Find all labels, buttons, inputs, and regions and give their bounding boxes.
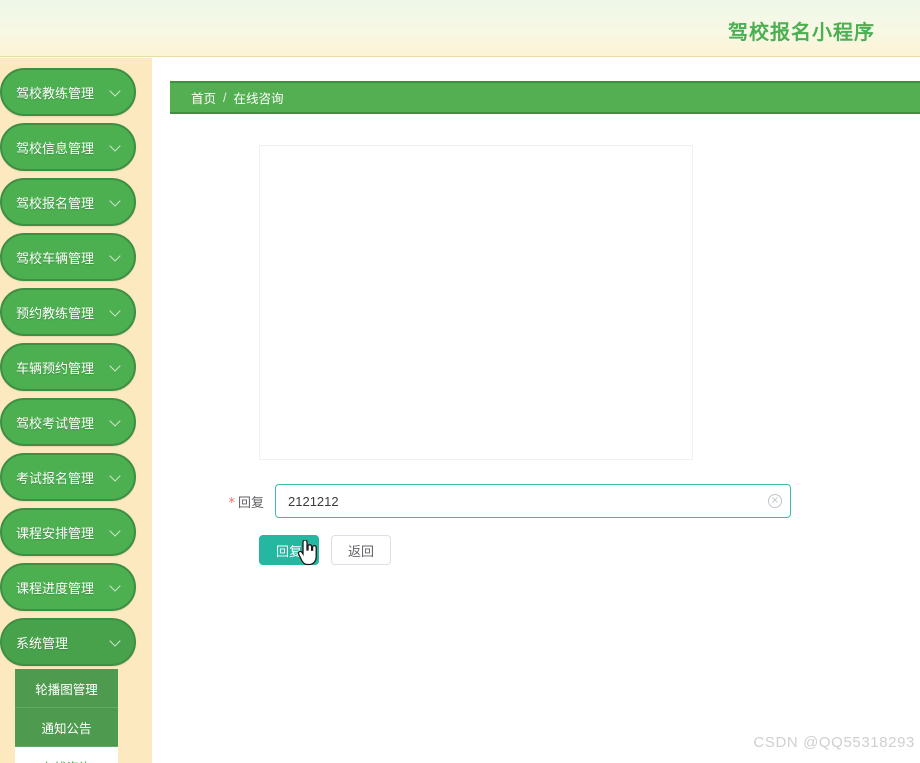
- breadcrumb: 首页 / 在线咨询: [170, 81, 920, 114]
- main-content: 首页 / 在线咨询 *回复 × 回复 返回 CSDN @QQ55318293: [152, 58, 920, 763]
- sidebar-subitem-online-consultation[interactable]: 在线咨询: [15, 747, 118, 763]
- sidebar: 驾校教练管理 驾校信息管理 驾校报名管理 驾校车辆管理 预约教练管理 车辆预约管: [0, 58, 152, 763]
- sidebar-item-label: 考试报名管理: [16, 470, 95, 486]
- sidebar-item-label: 课程安排管理: [16, 525, 95, 541]
- sidebar-subitem-label: 轮播图管理: [35, 682, 98, 697]
- sidebar-nav-list: 驾校教练管理 驾校信息管理 驾校报名管理 驾校车辆管理 预约教练管理 车辆预约管: [0, 58, 152, 763]
- sidebar-item-label: 系统管理: [16, 635, 69, 651]
- chevron-down-icon: [110, 306, 122, 318]
- page-title: 驾校报名小程序: [728, 22, 875, 44]
- breadcrumb-separator: /: [223, 90, 227, 105]
- sidebar-item-vehicle-management[interactable]: 驾校车辆管理: [0, 233, 136, 281]
- sidebar-item-label: 驾校车辆管理: [16, 250, 95, 266]
- breadcrumb-home-link[interactable]: 首页: [191, 88, 216, 107]
- reply-field-label: * 回复: [207, 492, 275, 511]
- sidebar-submenu-system-management: 轮播图管理 通知公告 在线咨询: [15, 669, 118, 763]
- chevron-down-icon: [110, 636, 122, 648]
- sidebar-subitem-notice-announcement[interactable]: 通知公告: [15, 708, 118, 747]
- chevron-down-icon: [110, 361, 122, 373]
- sidebar-item-label: 预约教练管理: [16, 305, 95, 321]
- sidebar-item-enrollment-management[interactable]: 驾校报名管理: [0, 178, 136, 226]
- reply-label-text: 回复: [237, 494, 264, 510]
- chevron-down-icon: [110, 581, 122, 593]
- reply-form-row: *回复 ×: [207, 483, 887, 519]
- watermark-text: CSDN @QQ55318293: [753, 734, 915, 751]
- sidebar-item-label: 驾校信息管理: [16, 140, 95, 156]
- sidebar-subitem-carousel-management[interactable]: 轮播图管理: [15, 669, 118, 708]
- chevron-down-icon: [110, 141, 122, 153]
- top-header: 驾校报名小程序: [0, 0, 920, 57]
- back-button[interactable]: 返回: [331, 535, 392, 565]
- sidebar-subitem-label: 在线咨询: [41, 757, 91, 763]
- sidebar-item-vehicle-booking-management[interactable]: 车辆预约管理: [0, 343, 136, 391]
- chevron-down-icon: [110, 526, 122, 538]
- chevron-down-icon: [110, 471, 122, 483]
- sidebar-item-exam-management[interactable]: 驾校考试管理: [0, 398, 136, 446]
- chevron-down-icon: [110, 416, 122, 428]
- consultation-content-panel: [259, 145, 693, 460]
- sidebar-item-coach-booking-management[interactable]: 预约教练管理: [0, 288, 136, 336]
- clear-input-icon[interactable]: ×: [768, 494, 782, 508]
- chevron-down-icon: [110, 196, 122, 208]
- reply-submit-button[interactable]: 回复: [259, 535, 320, 565]
- chevron-down-icon: [110, 86, 122, 98]
- sidebar-item-label: 驾校报名管理: [16, 195, 95, 211]
- chevron-down-icon: [110, 251, 122, 263]
- sidebar-item-course-progress-management[interactable]: 课程进度管理: [0, 563, 136, 611]
- app-root: 驾校报名小程序 驾校教练管理 驾校信息管理 驾校报名管理 驾校车辆管理 预约教练…: [0, 0, 920, 763]
- sidebar-item-course-schedule-management[interactable]: 课程安排管理: [0, 508, 136, 556]
- reply-input-wrapper: ×: [275, 484, 791, 518]
- sidebar-item-exam-registration-management[interactable]: 考试报名管理: [0, 453, 136, 501]
- form-action-buttons: 回复 返回: [259, 535, 392, 565]
- sidebar-subitem-label: 通知公告: [41, 721, 92, 736]
- reply-input[interactable]: [275, 484, 791, 518]
- sidebar-item-label: 驾校教练管理: [16, 85, 95, 101]
- breadcrumb-current: 在线咨询: [233, 92, 284, 106]
- sidebar-item-school-info-management[interactable]: 驾校信息管理: [0, 123, 136, 171]
- sidebar-item-label: 车辆预约管理: [16, 360, 95, 376]
- sidebar-item-coach-management[interactable]: 驾校教练管理: [0, 68, 136, 116]
- sidebar-item-system-management[interactable]: 系统管理: [0, 618, 136, 666]
- required-asterisk: *: [228, 495, 235, 511]
- sidebar-item-label: 驾校考试管理: [16, 415, 95, 431]
- sidebar-item-label: 课程进度管理: [16, 580, 95, 596]
